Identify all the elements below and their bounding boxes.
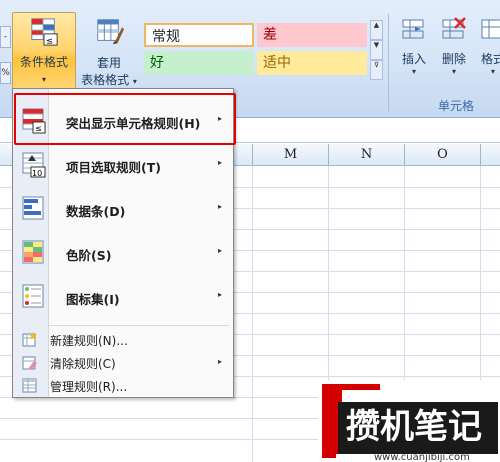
style-neutral[interactable]: 适中 bbox=[257, 51, 367, 75]
insert-button[interactable]: 插入 ▾ bbox=[396, 16, 432, 76]
menu-item-color-scales[interactable]: 色阶(S) ▸ bbox=[14, 234, 232, 274]
format-as-table-icon bbox=[97, 19, 124, 45]
delete-label: 删除 bbox=[441, 52, 466, 66]
delete-button[interactable]: 删除 ▾ bbox=[436, 16, 472, 76]
menu-item-top-bottom-rules[interactable]: 10 项目选取规则(T) ▸ bbox=[14, 146, 232, 186]
chevron-down-icon: ▾ bbox=[132, 77, 137, 86]
menu-item-manage-rules[interactable]: 管理规则(R)... bbox=[14, 375, 232, 397]
column-header-next[interactable] bbox=[480, 144, 500, 166]
submenu-arrow-icon: ▸ bbox=[217, 158, 222, 167]
red-highlight-box bbox=[14, 93, 236, 145]
group-separator bbox=[388, 14, 389, 112]
menu-label-new-rule: 新建规则(N)... bbox=[50, 334, 128, 348]
menu-item-new-rule[interactable]: 新建规则(N)... bbox=[14, 329, 232, 351]
insert-label: 插入 bbox=[401, 52, 426, 66]
menu-item-clear-rules[interactable]: 清除规则(C) ▸ bbox=[14, 352, 232, 374]
chevron-down-icon: ▾ bbox=[411, 67, 416, 76]
format-as-table-button[interactable]: 套用 表格格式 ▾ bbox=[78, 16, 140, 96]
gallery-scroll-up-icon[interactable]: ▲ bbox=[370, 20, 383, 40]
menu-label-manage-rules: 管理规则(R)... bbox=[50, 380, 128, 394]
submenu-arrow-icon: ▸ bbox=[217, 246, 222, 255]
svg-text:≤: ≤ bbox=[46, 35, 53, 45]
gallery-scroll-down-icon[interactable]: ▼ bbox=[370, 40, 383, 60]
column-header-n[interactable]: N bbox=[328, 144, 404, 166]
menu-item-data-bars[interactable]: 数据条(D) ▸ bbox=[14, 190, 232, 230]
icon-sets-icon bbox=[22, 284, 44, 308]
menu-label-clear-rules: 清除规则(C) bbox=[50, 357, 116, 371]
submenu-arrow-icon: ▸ bbox=[217, 357, 222, 366]
format-cells-icon bbox=[481, 19, 500, 39]
chevron-down-icon: ▾ bbox=[451, 67, 456, 76]
conditional-format-label: 条件格式 bbox=[19, 55, 68, 69]
clear-rules-icon bbox=[22, 356, 37, 370]
submenu-arrow-icon: ▸ bbox=[217, 202, 222, 211]
svg-text:10: 10 bbox=[32, 169, 42, 178]
delete-cells-icon bbox=[442, 17, 466, 39]
format-label: 格式 bbox=[480, 52, 500, 66]
submenu-arrow-icon: ▸ bbox=[217, 290, 222, 299]
menu-separator bbox=[49, 325, 229, 326]
chevron-down-icon: ▾ bbox=[490, 67, 495, 76]
style-good[interactable]: 好 bbox=[144, 51, 254, 75]
chevron-down-icon: ▾ bbox=[41, 75, 46, 84]
menu-label-icon-sets: 图标集(I) bbox=[66, 292, 120, 307]
style-normal[interactable]: 常规 bbox=[144, 23, 254, 47]
column-header-o[interactable]: O bbox=[404, 144, 480, 166]
format-as-table-label-2-text: 表格格式 bbox=[81, 73, 130, 87]
column-header-m[interactable]: M bbox=[252, 144, 328, 166]
watermark-badge: 攒机笔记 www.cuanjibiji.com bbox=[318, 380, 500, 462]
cell-styles-gallery: 常规 差 好 适中 ▲ ▼ ⊽ bbox=[141, 20, 385, 80]
cells-group-label: 单元格 bbox=[437, 99, 474, 113]
style-bad[interactable]: 差 bbox=[257, 23, 367, 47]
menu-label-top-bottom-rules: 项目选取规则(T) bbox=[66, 160, 161, 175]
color-scales-icon bbox=[22, 240, 44, 264]
data-bars-icon bbox=[22, 196, 44, 220]
watermark-title: 攒机笔记 bbox=[346, 407, 482, 447]
ribbon-small-button-2[interactable]: % bbox=[0, 62, 11, 84]
format-as-table-label-1: 套用 bbox=[96, 56, 121, 70]
format-button[interactable]: 格式 ▾ bbox=[478, 16, 500, 76]
watermark-url: www.cuanjibiji.com bbox=[374, 452, 470, 462]
manage-rules-icon bbox=[22, 378, 37, 393]
insert-cells-icon bbox=[402, 19, 424, 39]
watermark-logo: 攒机笔记 www.cuanjibiji.com bbox=[318, 380, 500, 462]
gallery-more-icon[interactable]: ⊽ bbox=[370, 60, 383, 80]
format-as-table-label-2: 表格格式 ▾ bbox=[81, 71, 137, 88]
menu-item-icon-sets[interactable]: 图标集(I) ▸ bbox=[14, 278, 232, 318]
conditional-format-icon: ≤ bbox=[31, 18, 58, 46]
menu-label-color-scales: 色阶(S) bbox=[66, 248, 112, 263]
conditional-format-button[interactable]: ≤ 条件格式 ▾ bbox=[12, 12, 76, 98]
new-rule-icon bbox=[22, 332, 37, 347]
ribbon-small-button-1[interactable]: - bbox=[0, 26, 11, 48]
menu-label-data-bars: 数据条(D) bbox=[66, 204, 126, 219]
top-bottom-rules-icon: 10 bbox=[22, 152, 46, 178]
